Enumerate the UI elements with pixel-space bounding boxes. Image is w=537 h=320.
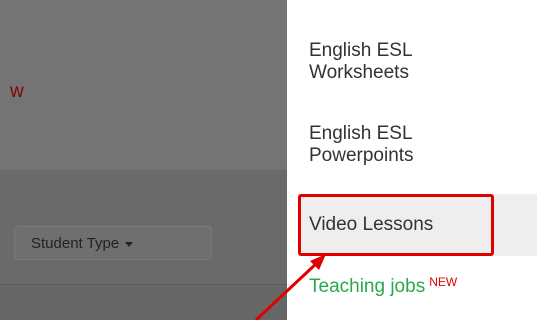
- caret-down-icon: [125, 241, 134, 247]
- menu-item-teaching-jobs[interactable]: Teaching jobs NEW: [309, 275, 458, 298]
- student-type-dropdown[interactable]: Student Type: [14, 226, 212, 260]
- highlight-box: [298, 194, 494, 256]
- side-menu: English ESL Worksheets English ESL Power…: [287, 0, 537, 320]
- menu-item-powerpoints[interactable]: English ESL Powerpoints: [309, 123, 469, 167]
- overlay-band-bottom: [0, 285, 287, 320]
- teaching-jobs-label: Teaching jobs: [309, 276, 426, 297]
- overlay-band-top: [0, 0, 287, 170]
- divider: [0, 284, 287, 285]
- menu-item-worksheets[interactable]: English ESL Worksheets: [309, 40, 469, 84]
- background-new-label: w: [10, 81, 24, 102]
- student-type-label: Student Type: [31, 235, 120, 252]
- page-overlay[interactable]: w Student Type: [0, 0, 287, 320]
- student-type-label-wrap: Student Type: [31, 235, 134, 253]
- new-badge: NEW: [429, 275, 458, 289]
